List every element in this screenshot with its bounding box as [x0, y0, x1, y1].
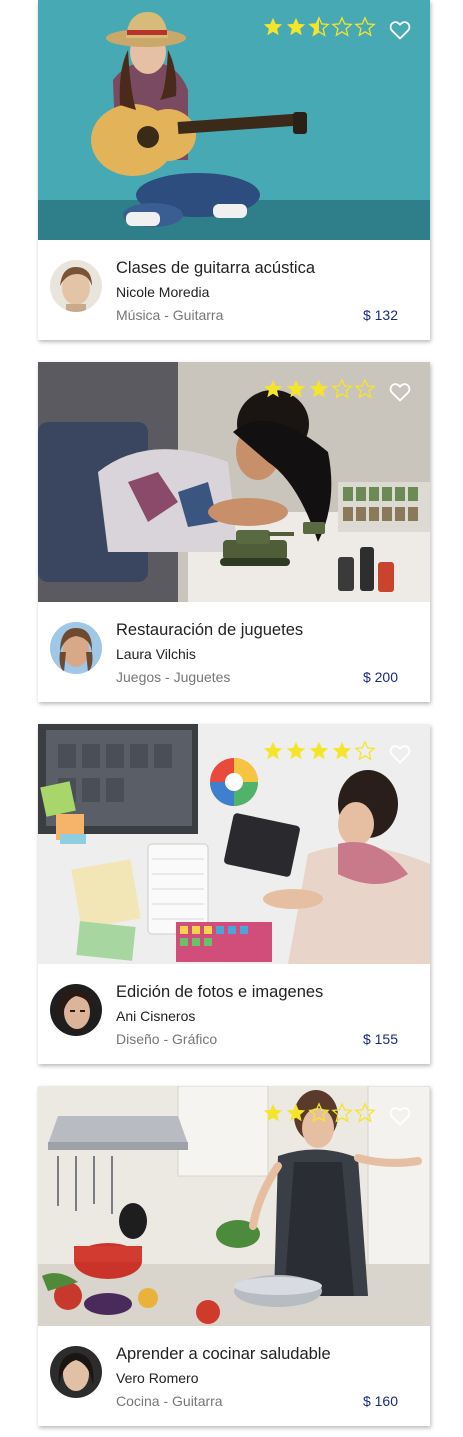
course-title[interactable]: Restauración de juguetes	[116, 621, 303, 640]
star-empty-icon	[354, 1102, 376, 1123]
course-price: $ 132	[362, 307, 398, 323]
course-category: Música - Guitarra	[116, 307, 224, 323]
heart-icon[interactable]	[388, 380, 412, 404]
avatar[interactable]	[50, 1346, 102, 1398]
course-author: Ani Cisneros	[116, 1008, 196, 1024]
course-photo-guitar[interactable]	[38, 0, 430, 240]
heart-icon[interactable]	[388, 18, 412, 42]
course-price: $ 155	[362, 1031, 398, 1047]
course-category: Cocina - Guitarra	[116, 1393, 223, 1409]
star-filled-icon	[309, 741, 329, 760]
star-filled-icon	[263, 379, 283, 398]
star-half-icon	[308, 16, 330, 37]
heart-icon[interactable]	[388, 1104, 412, 1128]
star-empty-icon	[331, 378, 353, 399]
rating-stars	[262, 16, 376, 40]
course-photo-cooking[interactable]	[38, 1086, 430, 1326]
course-category: Diseño - Gráfico	[116, 1031, 218, 1047]
course-price: $ 160	[362, 1393, 398, 1409]
course-category: Juegos - Juguetes	[116, 669, 231, 685]
course-author: Nicole Moredia	[116, 284, 210, 300]
course-title[interactable]: Clases de guitarra acústica	[116, 259, 315, 278]
course-author: Laura Vilchis	[116, 646, 196, 662]
star-filled-icon	[332, 741, 352, 760]
avatar[interactable]	[50, 260, 102, 312]
course-card[interactable]: Edición de fotos e imagenes Ani Cisneros…	[38, 724, 430, 1064]
course-title[interactable]: Aprender a cocinar saludable	[116, 1345, 331, 1364]
course-card[interactable]: Restauración de juguetes Laura Vilchis J…	[38, 362, 430, 702]
course-title[interactable]: Edición de fotos e imagenes	[116, 983, 323, 1002]
course-card[interactable]: Clases de guitarra acústica Nicole Mored…	[38, 0, 430, 340]
course-author: Vero Romero	[116, 1370, 199, 1386]
course-list: Clases de guitarra acústica Nicole Mored…	[0, 0, 463, 1437]
star-filled-icon	[286, 379, 306, 398]
avatar[interactable]	[50, 622, 102, 674]
star-filled-icon	[309, 379, 329, 398]
star-empty-icon	[354, 16, 376, 37]
rating-stars	[262, 378, 376, 402]
star-empty-icon	[354, 740, 376, 761]
rating-stars	[262, 1102, 376, 1126]
star-filled-icon	[286, 1103, 306, 1122]
star-empty-icon	[354, 378, 376, 399]
star-filled-icon	[263, 741, 283, 760]
heart-icon[interactable]	[388, 742, 412, 766]
star-empty-icon	[331, 16, 353, 37]
course-card[interactable]: Aprender a cocinar saludable Vero Romero…	[38, 1086, 430, 1426]
course-price: $ 200	[362, 669, 398, 685]
rating-stars	[262, 740, 376, 764]
course-photo-design[interactable]	[38, 724, 430, 964]
star-filled-icon	[263, 17, 283, 36]
avatar[interactable]	[50, 984, 102, 1036]
star-empty-icon	[331, 1102, 353, 1123]
star-filled-icon	[263, 1103, 283, 1122]
star-filled-icon	[286, 17, 306, 36]
star-filled-icon	[286, 741, 306, 760]
course-photo-toys[interactable]	[38, 362, 430, 602]
star-empty-icon	[308, 1102, 330, 1123]
